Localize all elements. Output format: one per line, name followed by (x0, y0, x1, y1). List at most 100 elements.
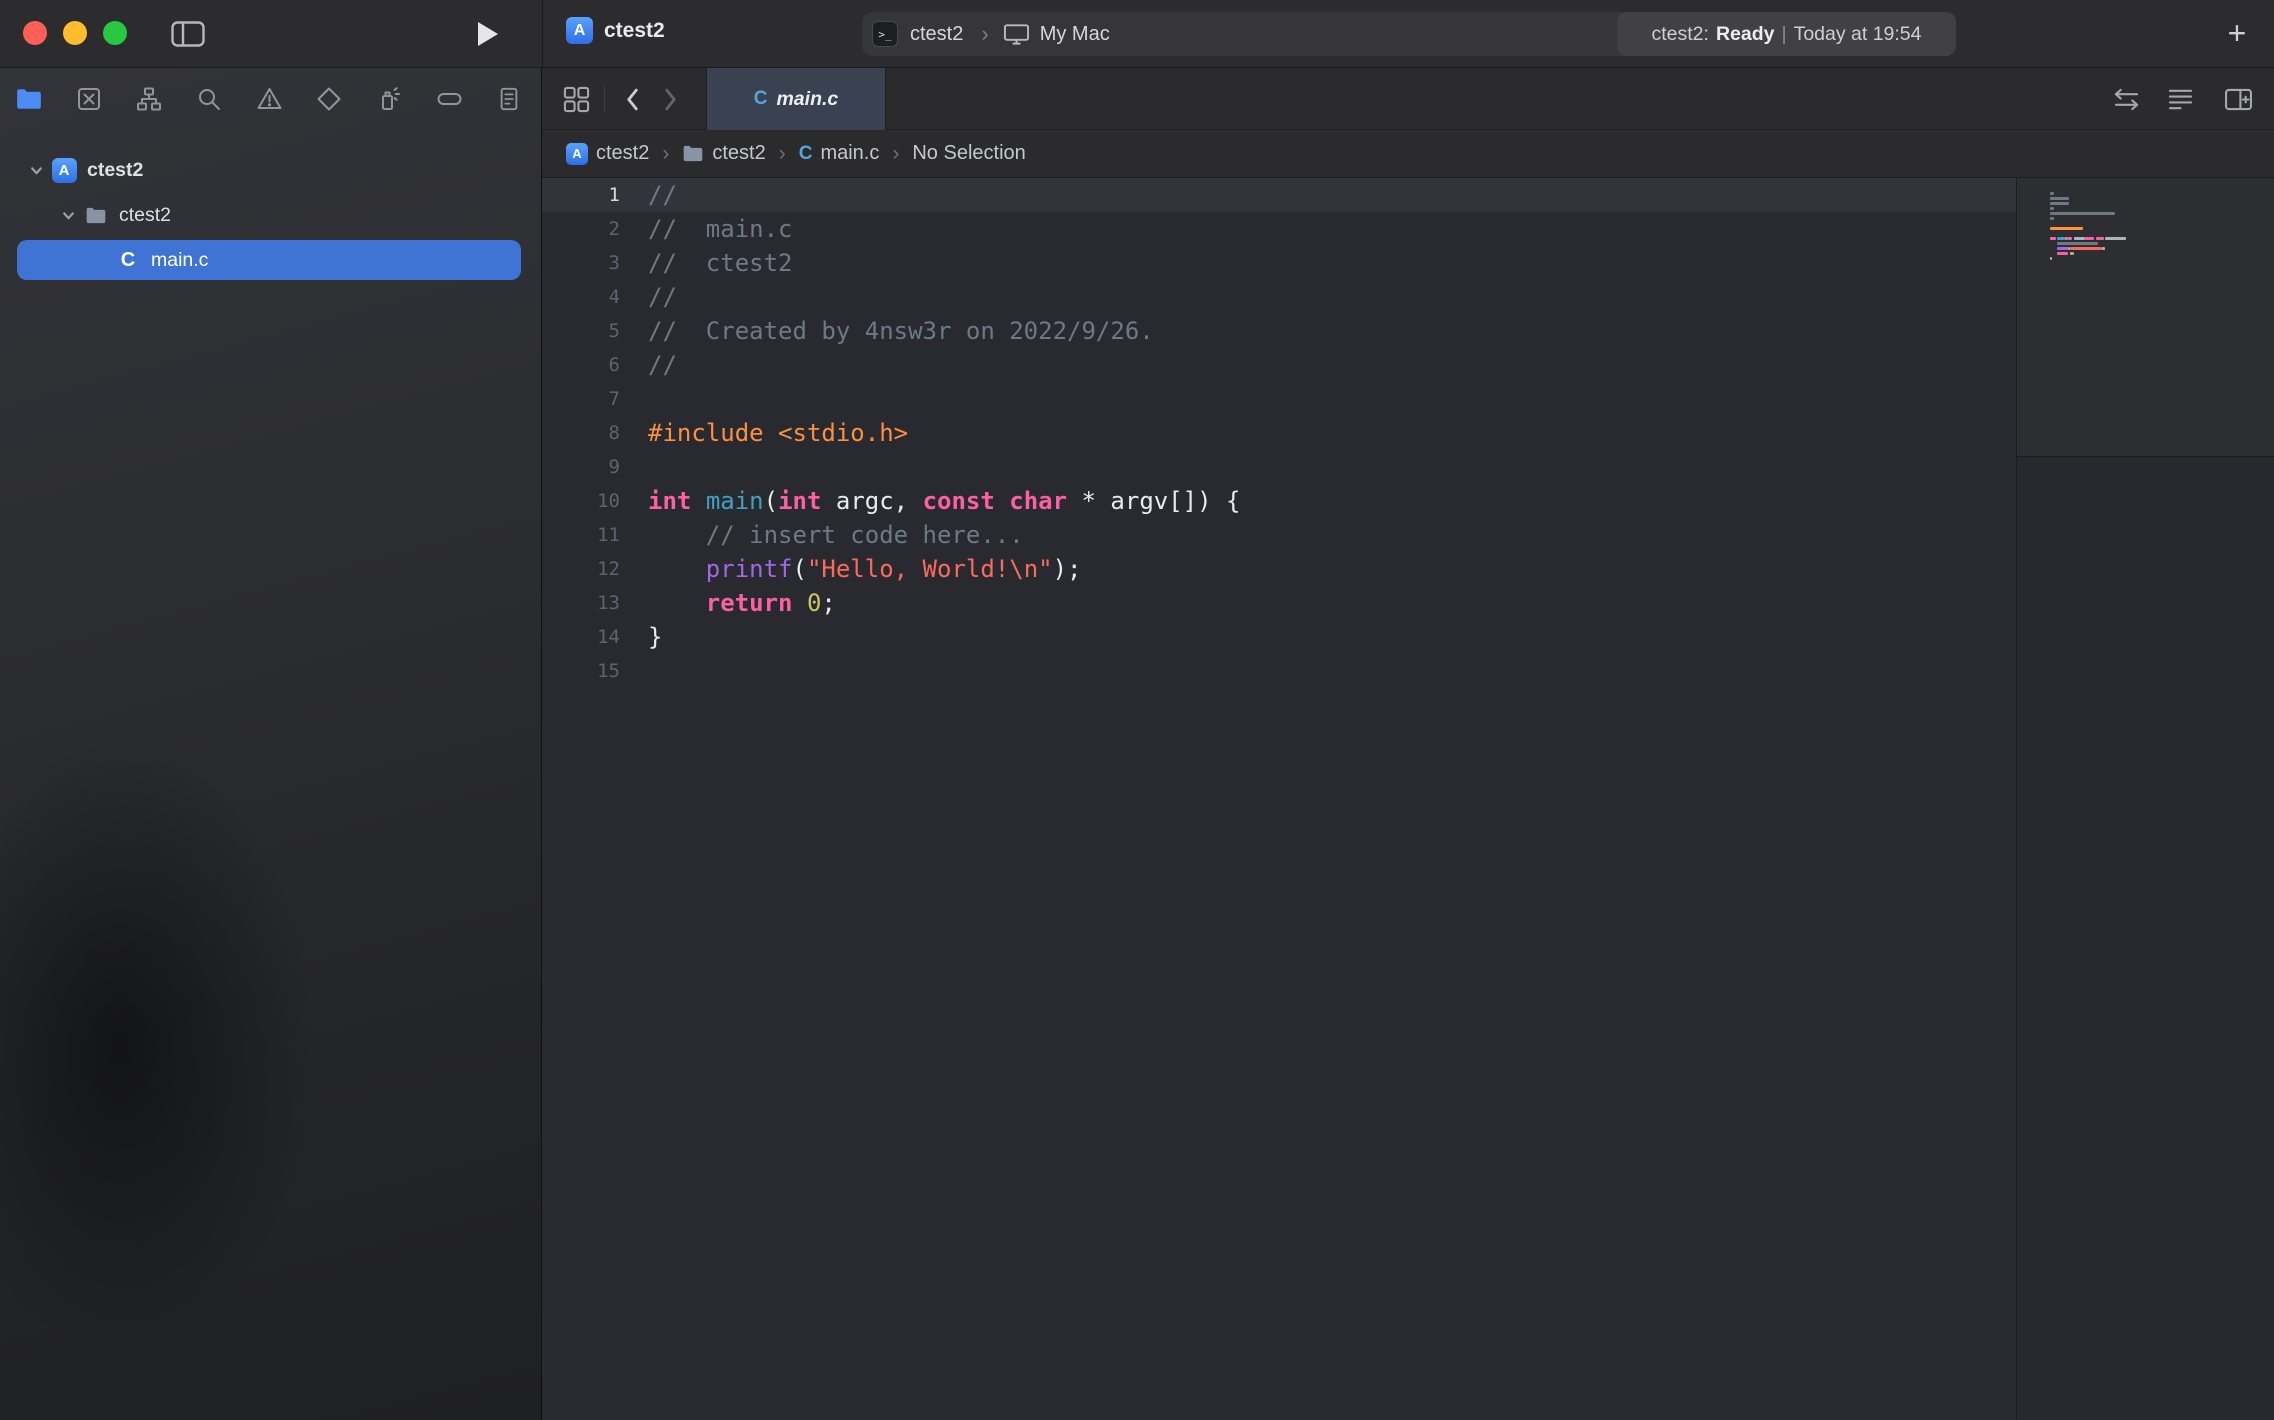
editor-tab-bar: C main.c (542, 68, 2274, 130)
jumpbar-item-no-selection[interactable]: No Selection (912, 142, 1025, 165)
run-button[interactable] (472, 18, 504, 50)
status-project: ctest2: (1652, 23, 1709, 46)
disclosure-chevron-icon[interactable] (55, 208, 81, 223)
add-editor-button[interactable] (2220, 68, 2256, 130)
code-line-3[interactable]: 3// ctest2 (542, 246, 2016, 280)
tree-row-main-c[interactable]: Cmain.c (17, 240, 521, 280)
minimap-line (2050, 262, 2126, 265)
breadcrumb-separator: › (779, 142, 786, 166)
line-number[interactable]: 14 (542, 620, 620, 654)
jumpbar-item-ctest2[interactable]: Actest2 (566, 142, 649, 165)
code-line-15[interactable]: 15 (542, 654, 2016, 688)
code-line-2[interactable]: 2 // main.c (542, 212, 2016, 246)
line-number[interactable]: 1 (542, 178, 620, 212)
zoom-button[interactable] (103, 21, 127, 45)
breakpoint-navigator-icon[interactable] (432, 82, 466, 116)
code-area: 1//2// main.c3// ctest24//5// Created by… (542, 178, 2016, 688)
line-number[interactable]: 8 (542, 416, 620, 450)
sidebar-icon (171, 20, 205, 48)
line-number[interactable]: 7 (542, 382, 620, 416)
line-number[interactable]: 4 (542, 280, 620, 314)
code-line-6[interactable]: 6 // (542, 348, 2016, 382)
debug-navigator-icon[interactable] (372, 82, 406, 116)
code-line-11[interactable]: 11 // insert code here... (542, 518, 2016, 552)
tree-row-ctest2[interactable]: ctest2 (17, 195, 521, 235)
code-review-button[interactable] (2108, 68, 2144, 130)
code-line-7[interactable]: 7 (542, 382, 2016, 416)
xcode-icon: A (566, 143, 588, 165)
source-editor[interactable]: 1//2// main.c3// ctest24//5// Created by… (542, 178, 2016, 1420)
project-navigator-icon[interactable] (12, 82, 46, 116)
code-line-1[interactable]: 1 // (542, 178, 2016, 212)
activity-status[interactable]: ctest2: Ready | Today at 19:54 (1617, 12, 1956, 56)
line-number[interactable]: 5 (542, 314, 620, 348)
code-text: // (648, 348, 677, 382)
report-navigator-icon[interactable] (492, 82, 526, 116)
line-number[interactable]: 2 (542, 212, 620, 246)
test-navigator-icon[interactable] (312, 82, 346, 116)
code-line-5[interactable]: 5// Created by 4nsw3r on 2022/9/26. (542, 314, 2016, 348)
code-line-12[interactable]: 12 printf("Hello, World!\n"); (542, 552, 2016, 586)
code-text: // (648, 178, 677, 212)
code-text: #include <stdio.h> (648, 416, 908, 450)
minimap-line (2050, 242, 2126, 245)
code-line-4[interactable]: 4// (542, 280, 2016, 314)
tree-row-ctest2[interactable]: Actest2 (17, 150, 521, 190)
minimap[interactable] (2016, 178, 2274, 1420)
line-number[interactable]: 12 (542, 552, 620, 586)
line-number[interactable]: 3 (542, 246, 620, 280)
file-tree: Actest2ctest2Cmain.c (0, 130, 541, 280)
line-number[interactable]: 6 (542, 348, 620, 382)
code-line-13[interactable]: 13 return 0; (542, 586, 2016, 620)
jumpbar-item-ctest2[interactable]: ctest2 (682, 142, 765, 165)
line-number[interactable]: 9 (542, 450, 620, 484)
scheme-selector[interactable]: >_ ctest2 › My Mac ctest2: Ready | Today… (862, 12, 1956, 56)
run-destination[interactable]: My Mac (1040, 23, 1110, 46)
folder-icon (682, 144, 704, 163)
close-button[interactable] (23, 21, 47, 45)
disclosure-chevron-icon[interactable] (23, 163, 49, 178)
code-line-9[interactable]: 9 (542, 450, 2016, 484)
navigator-icon-bar (0, 68, 541, 130)
minimap-line (2050, 237, 2126, 240)
line-number[interactable]: 10 (542, 484, 620, 518)
jump-bar: Actest2›ctest2›Cmain.c›No Selection (542, 130, 2274, 178)
minimap-line (2050, 252, 2126, 255)
issue-navigator-icon[interactable] (252, 82, 286, 116)
xcode-app-icon: A (566, 17, 593, 44)
symbol-navigator-icon[interactable] (132, 82, 166, 116)
window-title: ctest2 (604, 19, 665, 43)
code-text: // main.c (648, 212, 793, 246)
editor-options-button[interactable] (2162, 68, 2198, 130)
line-number[interactable]: 15 (542, 654, 620, 688)
line-number[interactable]: 13 (542, 586, 620, 620)
jumpbar-item-main-c[interactable]: Cmain.c (799, 142, 880, 165)
code-line-10[interactable]: 10 int main(int argc, const char * argv[]… (542, 484, 2016, 518)
code-text: // insert code here... (648, 518, 1024, 552)
code-line-8[interactable]: 8 #include <stdio.h> (542, 416, 2016, 450)
status-divider: | (1781, 23, 1786, 46)
xcode-window: A ctest2 >_ ctest2 › My Mac ctest2: Read… (0, 0, 2274, 1420)
source-control-navigator-icon[interactable] (72, 82, 106, 116)
scheme-name[interactable]: ctest2 (910, 23, 963, 46)
navigator-sidebar: Actest2ctest2Cmain.c (0, 68, 542, 1420)
code-text: printf("Hello, World!\n"); (648, 552, 1082, 586)
library-add-button[interactable]: + (2220, 16, 2254, 50)
tab-main-c[interactable]: C main.c (706, 68, 886, 130)
tab-overview-button[interactable] (558, 68, 594, 130)
toggle-sidebar-button[interactable] (168, 18, 208, 50)
code-text: return 0; (648, 586, 836, 620)
minimize-button[interactable] (63, 21, 87, 45)
go-forward-button[interactable] (652, 68, 688, 130)
tree-item-label: ctest2 (87, 159, 143, 182)
code-text: int main(int argc, const char * argv[]) … (648, 484, 1240, 518)
c-file-icon: C (754, 88, 768, 110)
status-state: Ready (1716, 23, 1775, 46)
minimap-line (2050, 197, 2126, 200)
code-line-14[interactable]: 14} (542, 620, 2016, 654)
find-navigator-icon[interactable] (192, 82, 226, 116)
minimap-line (2050, 212, 2126, 215)
line-number[interactable]: 11 (542, 518, 620, 552)
go-back-button[interactable] (614, 68, 650, 130)
code-text: } (648, 620, 662, 654)
